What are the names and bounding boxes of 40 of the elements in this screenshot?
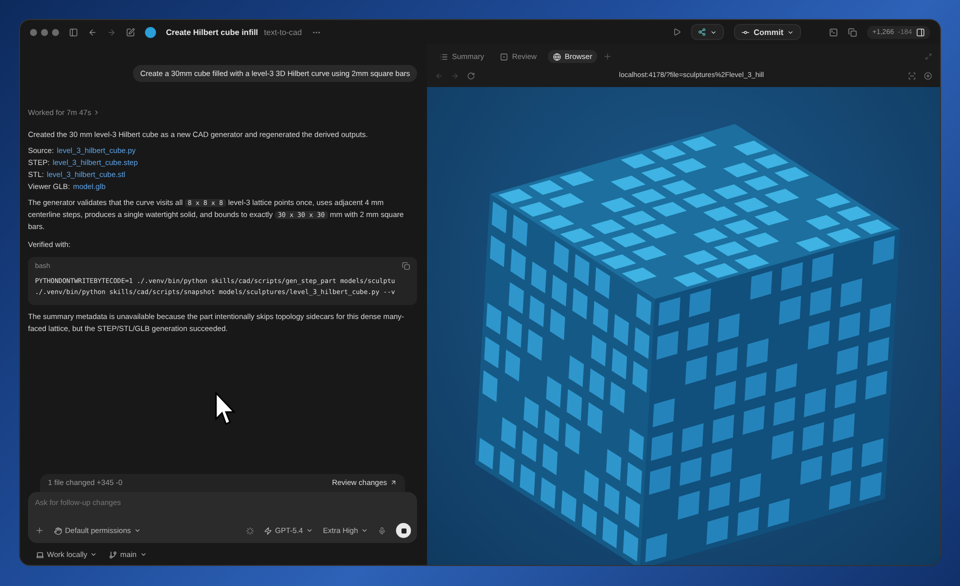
back-icon[interactable] [88,28,97,36]
chevron-down-icon [134,527,141,534]
arrow-up-right-icon [390,479,397,486]
chevron-down-icon [710,28,717,36]
stop-icon [400,528,406,534]
window-title: Create Hilbert cube infill [166,28,258,36]
list-icon [440,52,448,61]
panel-toggle-icon[interactable] [916,28,925,36]
add-icon[interactable] [35,526,44,535]
share-icon [698,28,706,36]
chevron-down-icon [787,28,794,36]
chevron-down-icon [306,527,313,534]
chevron-down-icon [140,551,147,558]
chevron-down-icon [90,551,98,558]
project-name: text-to-cad [264,28,302,36]
review-icon [500,52,508,61]
microphone-icon[interactable] [378,526,386,534]
play-icon[interactable] [672,28,681,36]
terminal-icon[interactable] [829,28,838,36]
lightning-icon [264,526,272,534]
reload-icon[interactable] [467,72,475,80]
mouse-pointer-icon [215,392,237,426]
add-circle-icon[interactable] [924,72,932,80]
commit-button[interactable]: Commit [734,24,802,40]
avatar-icon[interactable] [145,26,156,38]
chevron-down-icon [361,527,368,534]
forward-icon[interactable] [107,28,116,36]
stop-button[interactable] [396,523,411,538]
chevron-right-icon[interactable] [93,109,100,116]
screenshot-icon[interactable] [908,72,916,80]
laptop-icon [36,550,44,558]
share-button[interactable] [690,24,724,40]
sidebar-toggle-icon[interactable] [69,28,78,36]
globe-icon [552,52,561,61]
window-controls-icon[interactable] [30,28,59,36]
spinner-icon [246,526,254,534]
hand-icon [54,526,62,534]
branch-icon [109,550,118,558]
copy-icon[interactable] [848,28,858,36]
copy-icon[interactable] [402,262,410,270]
